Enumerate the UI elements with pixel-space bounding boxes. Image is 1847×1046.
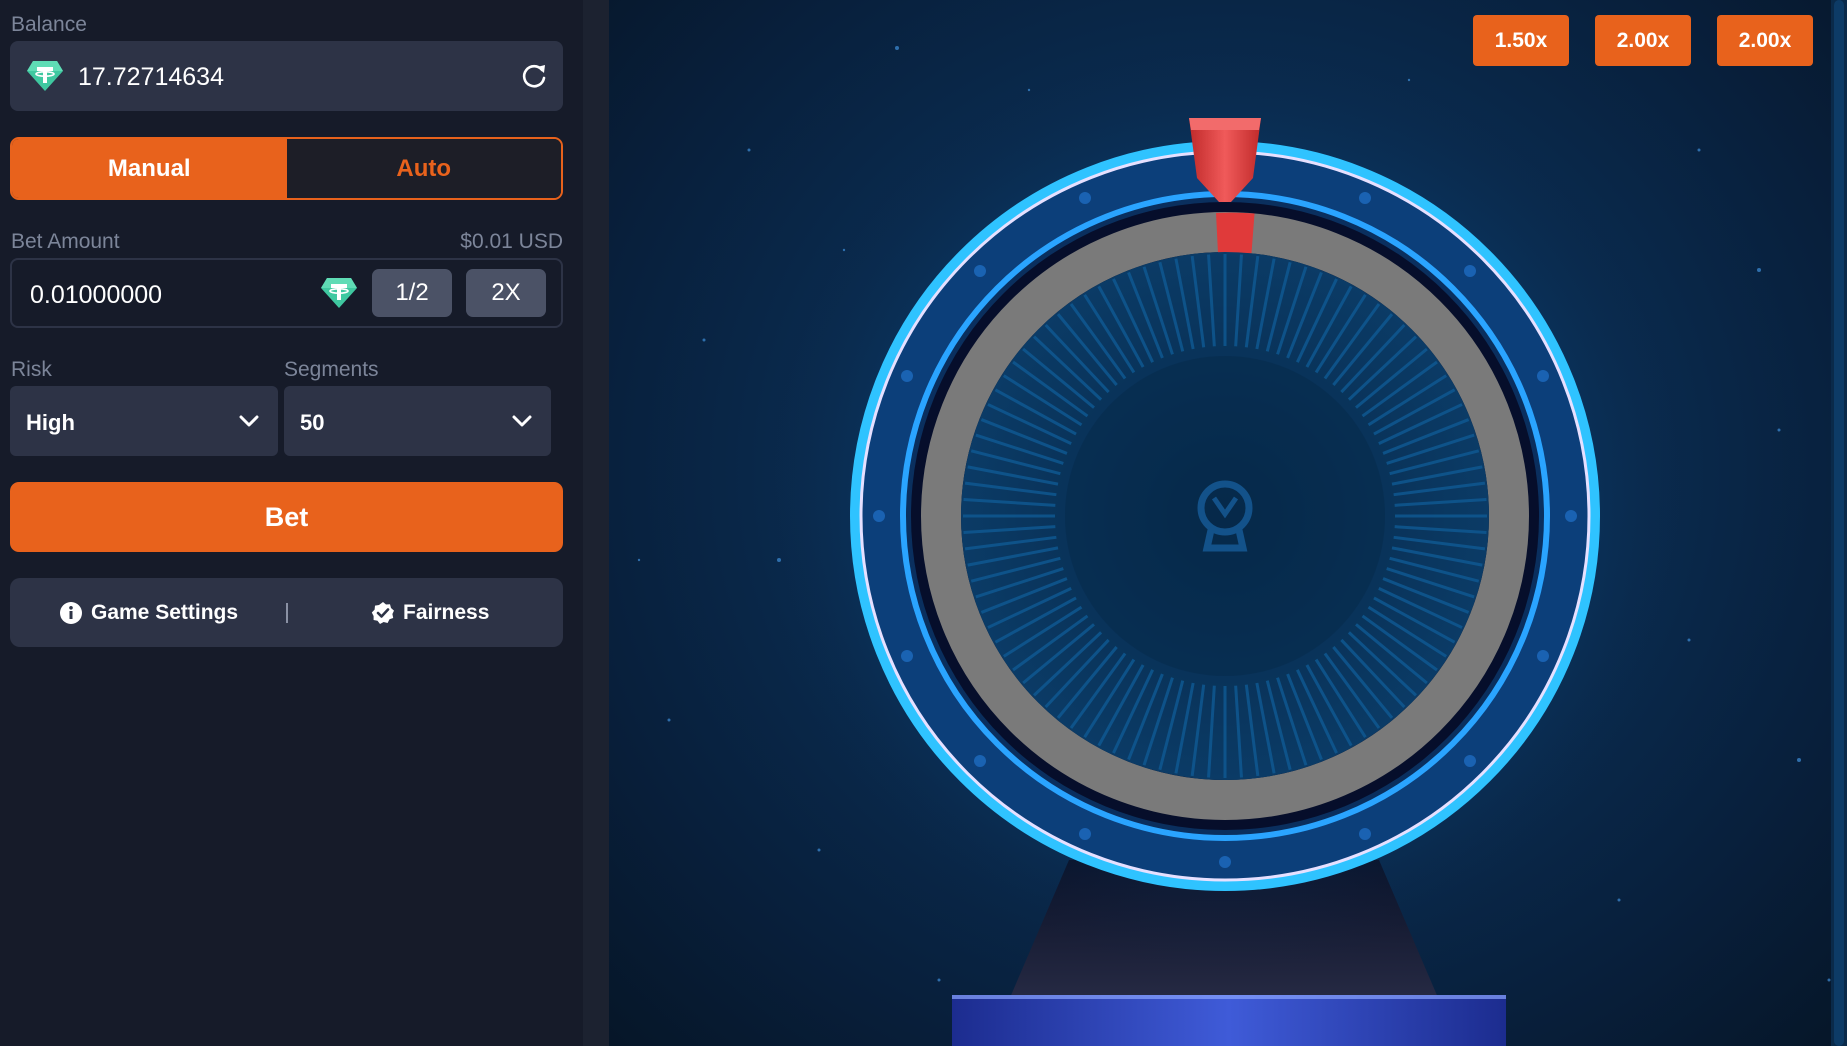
bet-amount-field[interactable]: 0.01000000 1/2 2X xyxy=(10,258,563,328)
half-bet-button[interactable]: 1/2 xyxy=(372,269,452,317)
risk-select[interactable]: High xyxy=(10,386,278,456)
game-settings-label: Game Settings xyxy=(91,600,239,624)
fairness-button[interactable]: Fairness xyxy=(371,578,489,647)
tab-auto[interactable]: Auto xyxy=(286,139,561,198)
recent-multiplier-2: 2.00x xyxy=(1595,15,1691,66)
footer-divider xyxy=(286,603,288,623)
tether-icon xyxy=(321,278,357,308)
mode-toggle: Manual Auto xyxy=(10,137,563,200)
info-icon xyxy=(60,601,82,624)
chevron-down-icon xyxy=(512,415,532,427)
wheel-base xyxy=(952,995,1506,1046)
scrollbar-thumb[interactable] xyxy=(1834,0,1844,1046)
bet-panel: Balance 17.72714634 Manual Auto Bet Amou… xyxy=(0,0,583,1046)
chevron-down-icon xyxy=(239,415,259,427)
recent-multiplier-1: 1.50x xyxy=(1473,15,1569,66)
tab-manual[interactable]: Manual xyxy=(12,139,287,198)
game-settings-button[interactable]: Game Settings xyxy=(59,578,238,647)
double-bet-button[interactable]: 2X xyxy=(466,269,546,317)
bet-button[interactable]: Bet xyxy=(10,482,563,552)
bet-amount-label: Bet Amount xyxy=(11,230,120,253)
bet-amount-usd: $0.01 USD xyxy=(460,230,563,253)
scrollbar[interactable] xyxy=(1831,0,1847,1046)
segments-select[interactable]: 50 xyxy=(284,386,551,456)
risk-value: High xyxy=(26,410,75,435)
balance-value: 17.72714634 xyxy=(78,63,224,91)
recent-multiplier-3: 2.00x xyxy=(1717,15,1813,66)
wheel-scene xyxy=(637,46,1831,1046)
segments-value: 50 xyxy=(300,410,325,435)
footer-actions: Game Settings Fairness xyxy=(10,578,563,647)
fairness-label: Fairness xyxy=(403,600,490,624)
tether-icon xyxy=(27,61,63,91)
balance-display: 17.72714634 xyxy=(10,41,563,111)
bet-amount-value[interactable]: 0.01000000 xyxy=(30,281,162,310)
risk-label: Risk xyxy=(11,358,52,381)
game-area: 1.50x 2.00x 2.00x xyxy=(609,0,1847,1046)
verified-check-icon xyxy=(371,601,394,624)
panel-divider xyxy=(583,0,609,1046)
highlighted-segment xyxy=(1216,212,1255,254)
balance-label: Balance xyxy=(11,13,87,36)
refresh-icon[interactable] xyxy=(519,61,549,91)
segments-label: Segments xyxy=(284,358,379,381)
